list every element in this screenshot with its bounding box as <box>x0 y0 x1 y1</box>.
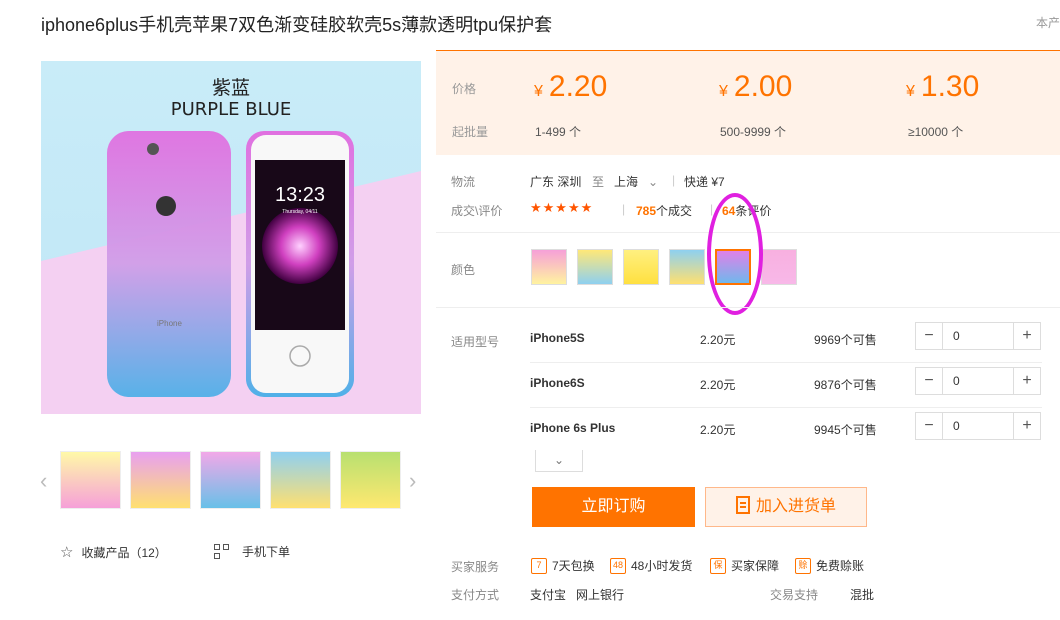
product-title: iphone6plus手机壳苹果7双色渐变硅胶软壳5s薄款透明tpu保护套 <box>41 15 553 35</box>
trade-support-label: 交易支持 <box>770 588 819 602</box>
image-label-en: PURPLE BLUE <box>171 99 292 120</box>
favorite-label: 收藏产品（12） <box>81 545 167 560</box>
moq-label: 起批量 <box>452 125 489 139</box>
buy-now-button[interactable]: 立即订购 <box>532 487 695 527</box>
models-label: 适用型号 <box>451 335 500 349</box>
express-fee: 快递 ¥7 <box>684 175 725 189</box>
image-label-cn: 紫蓝 <box>212 77 250 99</box>
color-swatch-3[interactable] <box>623 249 659 285</box>
thumbnail-4[interactable] <box>270 451 331 509</box>
color-swatch-1[interactable] <box>531 249 567 285</box>
price-tier-3: ¥1.30 <box>906 70 980 103</box>
range-tier-2: 500-9999 个 <box>720 125 787 139</box>
quantity-input[interactable]: 0 <box>942 413 1014 439</box>
chevron-left-icon[interactable]: ‹ <box>40 468 47 494</box>
service-guarantee[interactable]: 保买家保障 <box>710 557 779 574</box>
quantity-stepper: − 0 + <box>915 322 1041 350</box>
chevron-down-icon: ⌄ <box>648 175 659 189</box>
price-label: 价格 <box>452 82 477 96</box>
price-tier-1: ¥2.20 <box>534 70 608 103</box>
range-tier-1: 1-499 个 <box>535 125 582 139</box>
model-price: 2.20元 <box>700 378 736 392</box>
favorite-button[interactable]: ☆ 收藏产品（12） <box>60 543 167 561</box>
service-text: 买家保障 <box>731 559 780 573</box>
service-text: 免费赊账 <box>816 559 865 573</box>
model-stock: 9969个可售 <box>814 333 877 347</box>
shipping-icon: 48 <box>610 557 626 574</box>
expand-models-button[interactable]: ⌄ <box>535 450 583 472</box>
color-swatch-6[interactable] <box>761 249 797 285</box>
model-row: iPhone5S 2.20元 9969个可售 − 0 + <box>530 318 1042 363</box>
model-name: iPhone5S <box>530 331 585 345</box>
deals-label: 成交\评价 <box>451 204 503 218</box>
model-row: iPhone 6s Plus 2.20元 9945个可售 − 0 + <box>530 408 1042 453</box>
phone-time: 13:23 <box>275 184 325 206</box>
plus-button[interactable]: + <box>1014 413 1040 439</box>
thumbnail-1[interactable] <box>60 451 121 509</box>
qr-code-icon <box>214 543 230 560</box>
rating-stars: ★★★★★ <box>530 200 594 215</box>
top-right-text: 本产 <box>1036 16 1060 30</box>
service-7day[interactable]: 7 7天包换 <box>531 557 595 574</box>
thumbnail-5[interactable] <box>340 451 401 509</box>
sold-count[interactable]: 785个成交 <box>636 202 692 219</box>
model-stock: 9876个可售 <box>814 378 877 392</box>
quantity-input[interactable]: 0 <box>942 368 1014 394</box>
price-tier-2: ¥2.00 <box>719 70 793 103</box>
model-stock: 9945个可售 <box>814 423 877 437</box>
logistics-from: 广东 深圳 <box>530 175 582 189</box>
thumbnail-strip <box>60 451 410 509</box>
model-name: iPhone 6s Plus <box>530 421 616 435</box>
range-tier-3: ≥10000 个 <box>908 125 964 139</box>
quantity-stepper: − 0 + <box>915 412 1041 440</box>
credit-icon: 赊 <box>795 557 811 574</box>
model-price: 2.20元 <box>700 333 736 347</box>
service-credit[interactable]: 赊免费赊账 <box>795 557 864 574</box>
trade-support-value: 混批 <box>850 588 875 602</box>
add-to-cart-button[interactable]: 加入进货单 <box>705 487 867 527</box>
price-panel: 价格 起批量 ¥2.20 ¥2.00 ¥1.30 1-499 个 500-999… <box>436 50 1060 155</box>
logistics-label: 物流 <box>451 175 476 189</box>
payment-label: 支付方式 <box>451 588 500 602</box>
divider <box>436 307 1060 308</box>
chevron-right-icon[interactable]: › <box>409 468 416 494</box>
color-swatch-4[interactable] <box>669 249 705 285</box>
mobile-order-label: 手机下单 <box>242 545 291 559</box>
return-icon: 7 <box>531 557 547 574</box>
phone-brand-text: iPhone <box>157 319 182 328</box>
shield-icon: 保 <box>710 557 726 574</box>
add-to-cart-label: 加入进货单 <box>755 498 836 515</box>
service-text: 7天包换 <box>552 559 595 573</box>
quantity-stepper: − 0 + <box>915 367 1041 395</box>
model-price: 2.20元 <box>700 423 736 437</box>
payment-bank: 网上银行 <box>576 588 625 602</box>
color-swatch-2[interactable] <box>577 249 613 285</box>
minus-button[interactable]: − <box>916 368 942 394</box>
chevron-down-icon: ⌄ <box>553 453 565 467</box>
highlight-annotation-circle <box>707 193 763 315</box>
color-label: 颜色 <box>451 263 476 277</box>
logistics-to-word: 至 <box>592 175 605 189</box>
clipboard-icon <box>735 496 750 514</box>
model-row: iPhone6S 2.20元 9876个可售 − 0 + <box>530 363 1042 408</box>
phone-date: Thursday, 04/11 <box>282 209 318 215</box>
payment-alipay: 支付宝 <box>530 588 567 602</box>
separator: | <box>672 173 676 187</box>
plus-button[interactable]: + <box>1014 323 1040 349</box>
service-48h[interactable]: 48 48小时发货 <box>610 557 692 574</box>
model-name: iPhone6S <box>530 376 585 390</box>
services-label: 买家服务 <box>451 560 500 574</box>
separator: | <box>622 202 626 216</box>
minus-button[interactable]: − <box>916 323 942 349</box>
thumbnail-2[interactable] <box>130 451 191 509</box>
plus-button[interactable]: + <box>1014 368 1040 394</box>
service-text: 48小时发货 <box>631 559 693 573</box>
minus-button[interactable]: − <box>916 413 942 439</box>
mobile-order-button[interactable]: 手机下单 <box>214 543 290 560</box>
destination-select[interactable]: 上海 ⌄ <box>614 173 658 190</box>
main-product-image[interactable]: iPhone 13:23 Thursday, 04/11 紫蓝 PURPLE B… <box>41 61 421 414</box>
thumbnail-3[interactable] <box>200 451 261 509</box>
quantity-input[interactable]: 0 <box>942 323 1014 349</box>
star-outline-icon: ☆ <box>60 544 74 561</box>
